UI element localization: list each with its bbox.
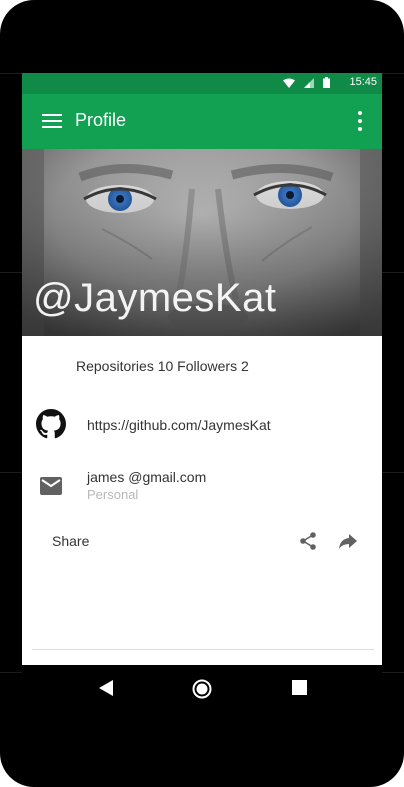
- battery-icon: [323, 77, 330, 88]
- profile-stats: Repositories 10 Followers 2: [76, 358, 249, 374]
- forward-icon[interactable]: [338, 531, 358, 551]
- signal-icon: [304, 77, 314, 88]
- back-icon[interactable]: [98, 679, 114, 697]
- share-button[interactable]: Share: [52, 533, 89, 549]
- profile-header-photo: @JaymesKat: [22, 149, 382, 336]
- home-icon[interactable]: [192, 679, 212, 699]
- divider: [32, 649, 374, 650]
- status-bar: 15:45: [22, 73, 382, 94]
- recents-icon[interactable]: [292, 680, 307, 695]
- status-time: 15:45: [349, 76, 377, 88]
- email-type: Personal: [87, 487, 139, 502]
- share-icon[interactable]: [298, 531, 318, 551]
- screen: 15:45 Profile @JaymesKat Repositories 10…: [22, 73, 382, 665]
- email-icon: [40, 477, 62, 495]
- github-row[interactable]: https://github.com/JaymesKat: [22, 403, 382, 443]
- more-vertical-icon[interactable]: [352, 110, 368, 132]
- phone-frame: 15:45 Profile @JaymesKat Repositories 10…: [0, 0, 404, 787]
- github-icon: [36, 409, 66, 439]
- email-address[interactable]: james @gmail.com: [87, 469, 206, 485]
- email-row[interactable]: james @gmail.com Personal: [22, 463, 382, 507]
- system-navigation-bar: [22, 665, 382, 715]
- hamburger-menu-icon[interactable]: [42, 112, 62, 130]
- app-bar: Profile: [22, 94, 382, 149]
- github-url[interactable]: https://github.com/JaymesKat: [87, 417, 271, 433]
- page-title: Profile: [75, 110, 127, 130]
- profile-handle: @JaymesKat: [33, 276, 277, 320]
- wifi-icon: [283, 78, 295, 88]
- status-icons: [283, 77, 330, 88]
